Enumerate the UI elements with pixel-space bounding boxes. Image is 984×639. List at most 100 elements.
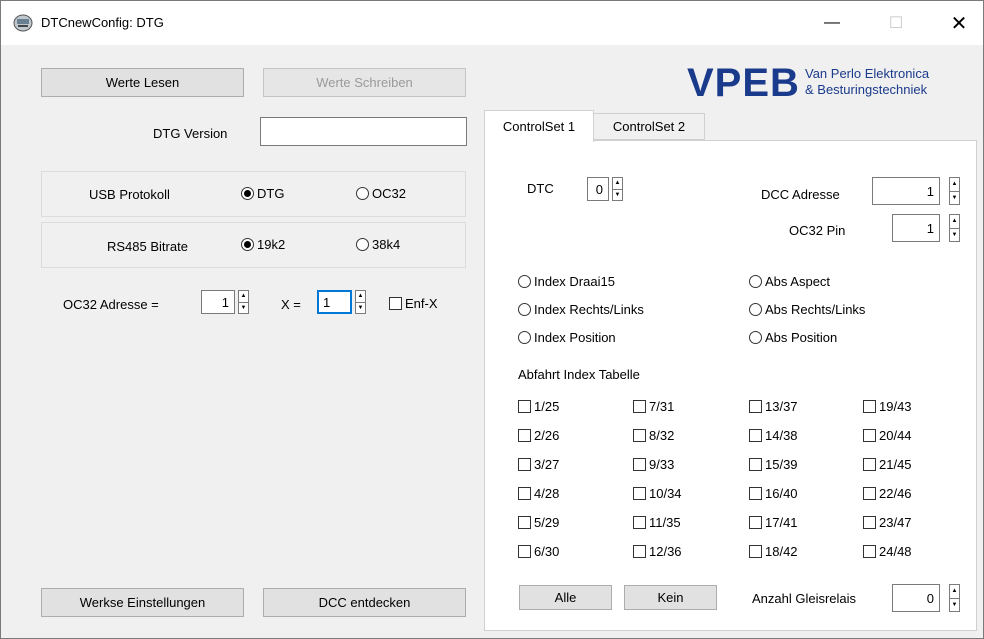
x-value[interactable]: 1 xyxy=(317,290,352,314)
mode-label: Index Rechts/Links xyxy=(534,302,644,317)
spin-down-icon[interactable]: ▼ xyxy=(950,190,959,205)
spin-down-icon[interactable]: ▼ xyxy=(950,227,959,242)
checkbox-unchecked-icon xyxy=(749,487,762,500)
abfahrt-checkbox[interactable]: 10/34 xyxy=(633,486,682,501)
logo-subtitle-2: & Besturingstechniek xyxy=(805,82,928,97)
oc32-pin-stepper[interactable]: 1 ▲ ▼ xyxy=(892,214,960,242)
spin-up-icon[interactable]: ▲ xyxy=(613,178,622,189)
spin-up-icon[interactable]: ▲ xyxy=(950,585,959,598)
abfahrt-table-label: Abfahrt Index Tabelle xyxy=(518,367,640,382)
spin-up-icon[interactable]: ▲ xyxy=(356,291,365,302)
minimize-button[interactable]: — xyxy=(809,1,855,45)
maximize-button[interactable]: ☐ xyxy=(873,1,919,45)
usb-radio-dtg-label: DTG xyxy=(257,186,285,201)
logo-main-text: VPEB xyxy=(687,61,800,105)
checkbox-unchecked-icon xyxy=(518,458,531,471)
rs485-radio-38k4[interactable]: 38k4 xyxy=(356,237,400,252)
spin-up-icon[interactable]: ▲ xyxy=(950,215,959,228)
enf-x-checkbox[interactable]: Enf-X xyxy=(389,296,438,311)
radio-unselected-icon xyxy=(749,303,762,316)
abfahrt-checkbox[interactable]: 3/27 xyxy=(518,457,559,472)
mode-radio-index-position[interactable]: Index Position xyxy=(518,330,616,345)
abfahrt-checkbox[interactable]: 5/29 xyxy=(518,515,559,530)
abfahrt-checkbox[interactable]: 2/26 xyxy=(518,428,559,443)
oc32-address-stepper[interactable]: 1 ▲ ▼ xyxy=(201,290,249,314)
relais-count-value[interactable]: 0 xyxy=(892,584,940,612)
spin-down-icon[interactable]: ▼ xyxy=(239,301,248,314)
spin-arrows[interactable]: ▲ ▼ xyxy=(355,290,366,314)
title-bar: DTCnewConfig: DTG — ☐ ✕ xyxy=(1,1,983,45)
mode-radio-index-draai15[interactable]: Index Draai15 xyxy=(518,274,615,289)
x-stepper[interactable]: 1 ▲ ▼ xyxy=(317,290,366,314)
abfahrt-checkbox[interactable]: 20/44 xyxy=(863,428,912,443)
factory-settings-button[interactable]: Werkse Einstellungen xyxy=(41,588,244,617)
spin-arrows[interactable]: ▲ ▼ xyxy=(949,214,960,242)
mode-radio-abs-position[interactable]: Abs Position xyxy=(749,330,837,345)
usb-protocol-label: USB Protokoll xyxy=(89,187,170,202)
spin-arrows[interactable]: ▲ ▼ xyxy=(949,584,960,612)
mode-radio-index-rechts-links[interactable]: Index Rechts/Links xyxy=(518,302,644,317)
abfahrt-checkbox[interactable]: 6/30 xyxy=(518,544,559,559)
spin-up-icon[interactable]: ▲ xyxy=(239,291,248,302)
close-button[interactable]: ✕ xyxy=(936,1,982,45)
x-label: X = xyxy=(281,297,301,312)
rs485-radio-19k2[interactable]: 19k2 xyxy=(241,237,285,252)
write-values-button[interactable]: Werte Schreiben xyxy=(263,68,466,97)
spin-up-icon[interactable]: ▲ xyxy=(950,178,959,191)
dcc-detect-button[interactable]: DCC entdecken xyxy=(263,588,466,617)
dtc-stepper[interactable]: 0 ▲ ▼ xyxy=(587,177,623,201)
abfahrt-checkbox-label: 6/30 xyxy=(534,544,560,559)
abfahrt-checkbox[interactable]: 12/36 xyxy=(633,544,682,559)
radio-unselected-icon xyxy=(749,331,762,344)
abfahrt-checkbox[interactable]: 11/35 xyxy=(633,515,681,530)
abfahrt-checkbox[interactable]: 18/42 xyxy=(749,544,798,559)
abfahrt-checkbox[interactable]: 24/48 xyxy=(863,544,912,559)
abfahrt-checkbox-label: 5/29 xyxy=(534,515,560,530)
dtg-version-label: DTG Version xyxy=(153,126,228,141)
abfahrt-checkbox[interactable]: 13/37 xyxy=(749,399,798,414)
dtc-value[interactable]: 0 xyxy=(587,177,609,201)
select-none-button[interactable]: Kein xyxy=(624,585,717,610)
select-all-button[interactable]: Alle xyxy=(519,585,612,610)
spin-arrows[interactable]: ▲ ▼ xyxy=(612,177,623,201)
abfahrt-checkbox[interactable]: 9/33 xyxy=(633,457,674,472)
spin-down-icon[interactable]: ▼ xyxy=(356,301,365,314)
rs485-radio-19k2-label: 19k2 xyxy=(257,237,286,252)
dcc-address-stepper[interactable]: 1 ▲ ▼ xyxy=(872,177,960,205)
dcc-address-value[interactable]: 1 xyxy=(872,177,940,205)
usb-radio-oc32[interactable]: OC32 xyxy=(356,186,406,201)
abfahrt-checkbox[interactable]: 21/45 xyxy=(863,457,912,472)
checkbox-unchecked-icon xyxy=(633,400,646,413)
abfahrt-checkbox[interactable]: 1/25 xyxy=(518,399,559,414)
spin-arrows[interactable]: ▲ ▼ xyxy=(238,290,249,314)
mode-radio-abs-aspect[interactable]: Abs Aspect xyxy=(749,274,830,289)
spin-down-icon[interactable]: ▼ xyxy=(950,597,959,612)
abfahrt-checkbox[interactable]: 16/40 xyxy=(749,486,798,501)
tab-controlset-1[interactable]: ControlSet 1 xyxy=(484,110,594,142)
spin-down-icon[interactable]: ▼ xyxy=(613,188,622,201)
abfahrt-checkbox-label: 3/27 xyxy=(534,457,560,472)
usb-radio-dtg[interactable]: DTG xyxy=(241,186,284,201)
abfahrt-checkbox[interactable]: 15/39 xyxy=(749,457,798,472)
tab-controlset-2[interactable]: ControlSet 2 xyxy=(593,113,705,140)
abfahrt-checkbox[interactable]: 14/38 xyxy=(749,428,798,443)
abfahrt-checkbox[interactable]: 19/43 xyxy=(863,399,912,414)
abfahrt-checkbox[interactable]: 7/31 xyxy=(633,399,674,414)
abfahrt-checkbox-label: 19/43 xyxy=(879,399,912,414)
oc32-pin-value[interactable]: 1 xyxy=(892,214,940,242)
abfahrt-checkbox[interactable]: 4/28 xyxy=(518,486,559,501)
radio-unselected-icon xyxy=(356,238,369,251)
abfahrt-checkbox-label: 10/34 xyxy=(649,486,682,501)
read-values-button[interactable]: Werte Lesen xyxy=(41,68,244,97)
mode-radio-abs-rechts-links[interactable]: Abs Rechts/Links xyxy=(749,302,865,317)
abfahrt-checkbox[interactable]: 8/32 xyxy=(633,428,674,443)
radio-unselected-icon xyxy=(749,275,762,288)
oc32-address-value[interactable]: 1 xyxy=(201,290,235,314)
mode-label: Index Position xyxy=(534,330,616,345)
abfahrt-checkbox[interactable]: 23/47 xyxy=(863,515,912,530)
relais-count-stepper[interactable]: 0 ▲ ▼ xyxy=(892,584,960,612)
dtg-version-field[interactable] xyxy=(260,117,467,146)
abfahrt-checkbox[interactable]: 17/41 xyxy=(749,515,798,530)
abfahrt-checkbox[interactable]: 22/46 xyxy=(863,486,912,501)
spin-arrows[interactable]: ▲ ▼ xyxy=(949,177,960,205)
